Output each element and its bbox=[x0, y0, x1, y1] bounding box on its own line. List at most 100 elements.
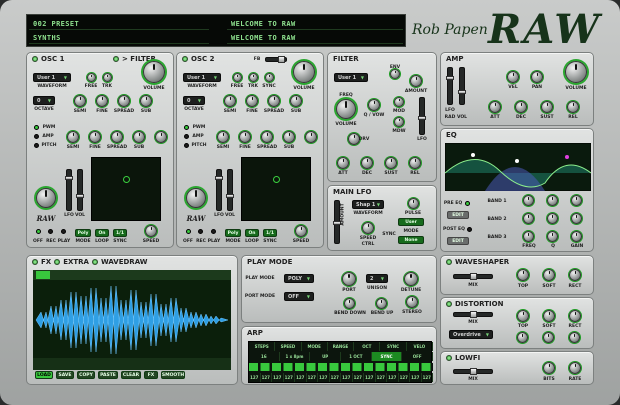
filter-amount-knob[interactable] bbox=[410, 75, 422, 87]
main-lfo-amount-slider[interactable] bbox=[333, 200, 341, 244]
unison-select[interactable]: 2 ▼ bbox=[366, 274, 388, 283]
osc1-play-radio[interactable] bbox=[61, 229, 66, 234]
osc2-trk-knob[interactable] bbox=[249, 73, 258, 82]
wavedraw-load-button[interactable]: LOAD bbox=[35, 371, 53, 379]
arp-header-3[interactable]: RANGE bbox=[328, 342, 355, 351]
osc1-octave-select[interactable]: 0 ▼ bbox=[33, 96, 55, 105]
detune-knob[interactable] bbox=[404, 272, 418, 286]
arp-value-0[interactable]: 16 bbox=[249, 352, 280, 361]
amp-rel-knob[interactable] bbox=[567, 101, 579, 113]
eq-band2-gain-knob[interactable] bbox=[571, 213, 582, 224]
amp-dec-knob[interactable] bbox=[515, 101, 527, 113]
lowfi-mix-slider[interactable] bbox=[453, 368, 493, 375]
osc2-spread-knob[interactable] bbox=[268, 95, 280, 107]
arp-step-3[interactable]: 127 bbox=[284, 373, 295, 382]
osc1-pitch-radio[interactable] bbox=[34, 143, 39, 148]
wavedraw-smooth-button[interactable]: SMOOTH bbox=[161, 371, 185, 379]
arp-value-1[interactable]: 1 x 8pm bbox=[280, 352, 311, 361]
wavedraw-paste-button[interactable]: PASTE bbox=[98, 371, 118, 379]
preset-display[interactable]: 002 PRESET SYNTHS WELCOME TO RAW WELCOME… bbox=[26, 14, 406, 47]
osc1-mode-button[interactable]: Poly bbox=[75, 229, 91, 237]
bank-name[interactable]: SYNTHS bbox=[29, 32, 209, 44]
eq-band2-freq-knob[interactable] bbox=[523, 213, 534, 224]
waveshaper-mix-slider[interactable] bbox=[453, 273, 493, 280]
distortion-extra-knob-1[interactable] bbox=[517, 332, 528, 343]
filter-rel-knob[interactable] bbox=[409, 157, 421, 169]
osc1-mod-semi-knob[interactable] bbox=[67, 131, 79, 143]
osc2-volume-knob[interactable] bbox=[293, 61, 315, 83]
eq-edit-button[interactable]: EDIT bbox=[447, 211, 469, 219]
filter-type-select[interactable]: User 1 ▼ bbox=[334, 73, 368, 82]
osc1-filter-led[interactable] bbox=[113, 56, 119, 62]
lowfi-bits-knob[interactable] bbox=[543, 362, 555, 374]
filter-dec-knob[interactable] bbox=[361, 157, 373, 169]
extra-tab[interactable]: EXTRA bbox=[63, 258, 89, 266]
arp-value-2[interactable]: UP bbox=[310, 352, 341, 361]
main-lfo-shape-select[interactable]: Shap 1 ▼ bbox=[352, 200, 384, 209]
osc2-vol-slider[interactable] bbox=[226, 169, 234, 211]
eq-band1-gain-knob[interactable] bbox=[571, 195, 582, 206]
osc1-mod-extra-knob[interactable] bbox=[155, 131, 167, 143]
osc2-waveform-screen[interactable] bbox=[241, 157, 311, 221]
osc2-octave-select[interactable]: 0 ▼ bbox=[183, 96, 205, 105]
amp-sust-knob[interactable] bbox=[541, 101, 553, 113]
eq-pre-radio[interactable] bbox=[465, 201, 470, 206]
filter-mdw-knob[interactable] bbox=[394, 117, 404, 127]
osc1-speed-knob[interactable] bbox=[145, 225, 157, 237]
main-lfo-speed-knob[interactable] bbox=[362, 222, 374, 234]
osc2-screen-marker-icon[interactable] bbox=[273, 176, 280, 183]
wavedraw-led[interactable] bbox=[91, 259, 98, 265]
waveshaper-soft-knob[interactable] bbox=[543, 269, 555, 281]
port-mode-select[interactable]: OFF ▼ bbox=[284, 292, 314, 301]
osc1-mod-sub-knob[interactable] bbox=[133, 131, 145, 143]
arp-step-1[interactable]: 127 bbox=[261, 373, 272, 382]
arp-header-5[interactable]: SYNC bbox=[380, 342, 407, 351]
distortion-extra-knob-3[interactable] bbox=[569, 332, 580, 343]
arp-step-9[interactable]: 127 bbox=[353, 373, 364, 382]
osc2-led[interactable] bbox=[182, 56, 188, 62]
wavedraw-tab[interactable]: WAVEDRAW bbox=[101, 258, 148, 266]
filter-freq-knob[interactable] bbox=[336, 99, 356, 119]
osc2-amp-radio[interactable] bbox=[184, 134, 189, 139]
osc1-volume-knob[interactable] bbox=[143, 61, 165, 83]
wavedraw-save-button[interactable]: SAVE bbox=[56, 371, 74, 379]
osc2-sub-knob[interactable] bbox=[290, 95, 302, 107]
arp-grid[interactable]: STEPS SPEED MODE RANGE OCT SYNC VELO 16 1 x 8pm… bbox=[248, 341, 433, 383]
osc2-fb-slider[interactable] bbox=[265, 56, 287, 63]
osc2-mod-sub-knob[interactable] bbox=[283, 131, 295, 143]
arp-header-1[interactable]: SPEED bbox=[275, 342, 302, 351]
osc2-mod-extra-knob[interactable] bbox=[305, 131, 317, 143]
osc2-mod-spread-knob[interactable] bbox=[261, 131, 273, 143]
arp-step-13[interactable]: 127 bbox=[399, 373, 410, 382]
osc1-off-radio[interactable] bbox=[36, 229, 41, 234]
osc1-free-knob[interactable] bbox=[87, 73, 96, 82]
filter-mod-knob[interactable] bbox=[394, 97, 404, 107]
amp-pan-knob[interactable] bbox=[531, 71, 543, 83]
main-lfo-user-button[interactable]: User bbox=[398, 218, 424, 226]
osc2-waveform-select[interactable]: User 1 ▼ bbox=[183, 73, 221, 82]
distortion-mix-slider[interactable] bbox=[453, 311, 493, 318]
osc1-fine-knob[interactable] bbox=[96, 95, 108, 107]
main-lfo-mode-button[interactable]: None bbox=[398, 236, 424, 244]
osc2-lfo-slider[interactable] bbox=[215, 169, 223, 211]
osc2-sync-button[interactable]: 1/1 bbox=[263, 229, 277, 237]
osc2-lfo-amount-knob[interactable] bbox=[186, 188, 206, 208]
arp-step-7[interactable]: 127 bbox=[330, 373, 341, 382]
wavedraw-clear-button[interactable]: CLEAR bbox=[121, 371, 141, 379]
osc1-waveform-screen[interactable] bbox=[91, 157, 161, 221]
amp-vol-slider[interactable] bbox=[458, 67, 466, 105]
arp-step-5[interactable]: 127 bbox=[307, 373, 318, 382]
osc2-mod-semi-knob[interactable] bbox=[217, 131, 229, 143]
filter-env-knob[interactable] bbox=[390, 69, 400, 79]
distortion-type-select[interactable]: Overdrive ▼ bbox=[449, 330, 493, 339]
filter-att-knob[interactable] bbox=[337, 157, 349, 169]
osc1-amp-radio[interactable] bbox=[34, 134, 39, 139]
wavedraw-display[interactable] bbox=[33, 270, 231, 370]
eq-edit2-button[interactable]: EDIT bbox=[447, 237, 469, 245]
distortion-led[interactable] bbox=[446, 301, 452, 307]
play-mode-select[interactable]: POLY ▼ bbox=[284, 274, 314, 283]
amp-lfo-slider[interactable] bbox=[446, 67, 454, 105]
osc1-sub-knob[interactable] bbox=[140, 95, 152, 107]
osc1-lfo-slider[interactable] bbox=[65, 169, 73, 211]
arp-header-4[interactable]: OCT bbox=[354, 342, 381, 351]
